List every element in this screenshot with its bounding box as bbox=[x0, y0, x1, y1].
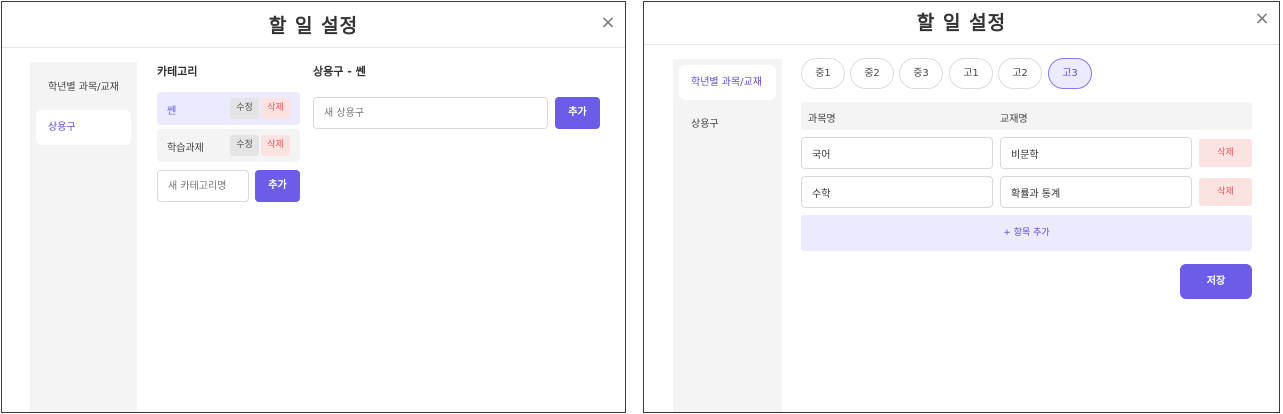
table-header: 과목명 교재명 bbox=[801, 102, 1252, 130]
settings-sidebar: 학년별 과목/교재 상용구 bbox=[673, 59, 782, 412]
close-icon[interactable]: × bbox=[599, 14, 617, 32]
subject-input[interactable] bbox=[801, 176, 993, 208]
new-category-input[interactable] bbox=[157, 170, 249, 202]
dialog-title: 할 일 설정 bbox=[268, 15, 359, 37]
settings-dialog-phrases: 할 일 설정 × 학년별 과목/교재 상용구 카테고리 쎈 수정 삭제 학습과제… bbox=[1, 1, 626, 413]
dialog-header: 할 일 설정 × bbox=[644, 2, 1279, 45]
close-icon[interactable]: × bbox=[1253, 10, 1271, 28]
textbook-input[interactable] bbox=[1000, 137, 1192, 169]
textbook-input[interactable] bbox=[1000, 176, 1192, 208]
grade-tab[interactable]: 중2 bbox=[850, 58, 894, 89]
save-button[interactable]: 저장 bbox=[1180, 264, 1252, 299]
new-phrase-input[interactable] bbox=[313, 97, 548, 129]
dialog-title: 할 일 설정 bbox=[916, 12, 1007, 34]
phrases-heading: 상용구 - 쎈 bbox=[313, 65, 366, 78]
delete-row-button[interactable]: 삭제 bbox=[1199, 139, 1252, 167]
column-header-subject: 과목명 bbox=[808, 114, 836, 125]
category-name: 쎈 bbox=[167, 106, 177, 117]
delete-category-button[interactable]: 삭제 bbox=[261, 135, 290, 156]
grade-tab-active[interactable]: 고3 bbox=[1048, 58, 1092, 89]
category-row[interactable]: 학습과제 수정 삭제 bbox=[157, 129, 300, 162]
edit-category-button[interactable]: 수정 bbox=[230, 135, 259, 156]
settings-sidebar: 학년별 과목/교재 상용구 bbox=[30, 62, 137, 412]
grade-tab[interactable]: 고1 bbox=[949, 58, 993, 89]
grade-tab[interactable]: 고2 bbox=[998, 58, 1042, 89]
add-item-button[interactable]: + 항목 추가 bbox=[801, 215, 1252, 251]
grade-tab[interactable]: 중1 bbox=[801, 58, 845, 89]
sidebar-item-grade-subjects[interactable]: 학년별 과목/교재 bbox=[679, 65, 776, 100]
grade-tab[interactable]: 중3 bbox=[899, 58, 943, 89]
add-phrase-button[interactable]: 추가 bbox=[555, 97, 600, 129]
sidebar-item-phrases[interactable]: 상용구 bbox=[36, 110, 131, 145]
delete-row-button[interactable]: 삭제 bbox=[1199, 178, 1252, 206]
category-heading: 카테고리 bbox=[157, 65, 198, 78]
delete-category-button[interactable]: 삭제 bbox=[261, 98, 290, 119]
dialog-header: 할 일 설정 × bbox=[2, 2, 625, 48]
sidebar-item-grade-subjects[interactable]: 학년별 과목/교재 bbox=[36, 70, 131, 105]
add-category-button[interactable]: 추가 bbox=[255, 170, 300, 202]
column-header-textbook: 교재명 bbox=[1000, 114, 1028, 125]
sidebar-item-phrases[interactable]: 상용구 bbox=[679, 107, 776, 142]
category-row[interactable]: 쎈 수정 삭제 bbox=[157, 92, 300, 125]
category-name: 학습과제 bbox=[167, 143, 204, 154]
subject-input[interactable] bbox=[801, 137, 993, 169]
edit-category-button[interactable]: 수정 bbox=[230, 98, 259, 119]
settings-dialog-grade-subjects: 할 일 설정 × 학년별 과목/교재 상용구 중1 중2 중3 고1 고2 고3… bbox=[643, 1, 1280, 413]
